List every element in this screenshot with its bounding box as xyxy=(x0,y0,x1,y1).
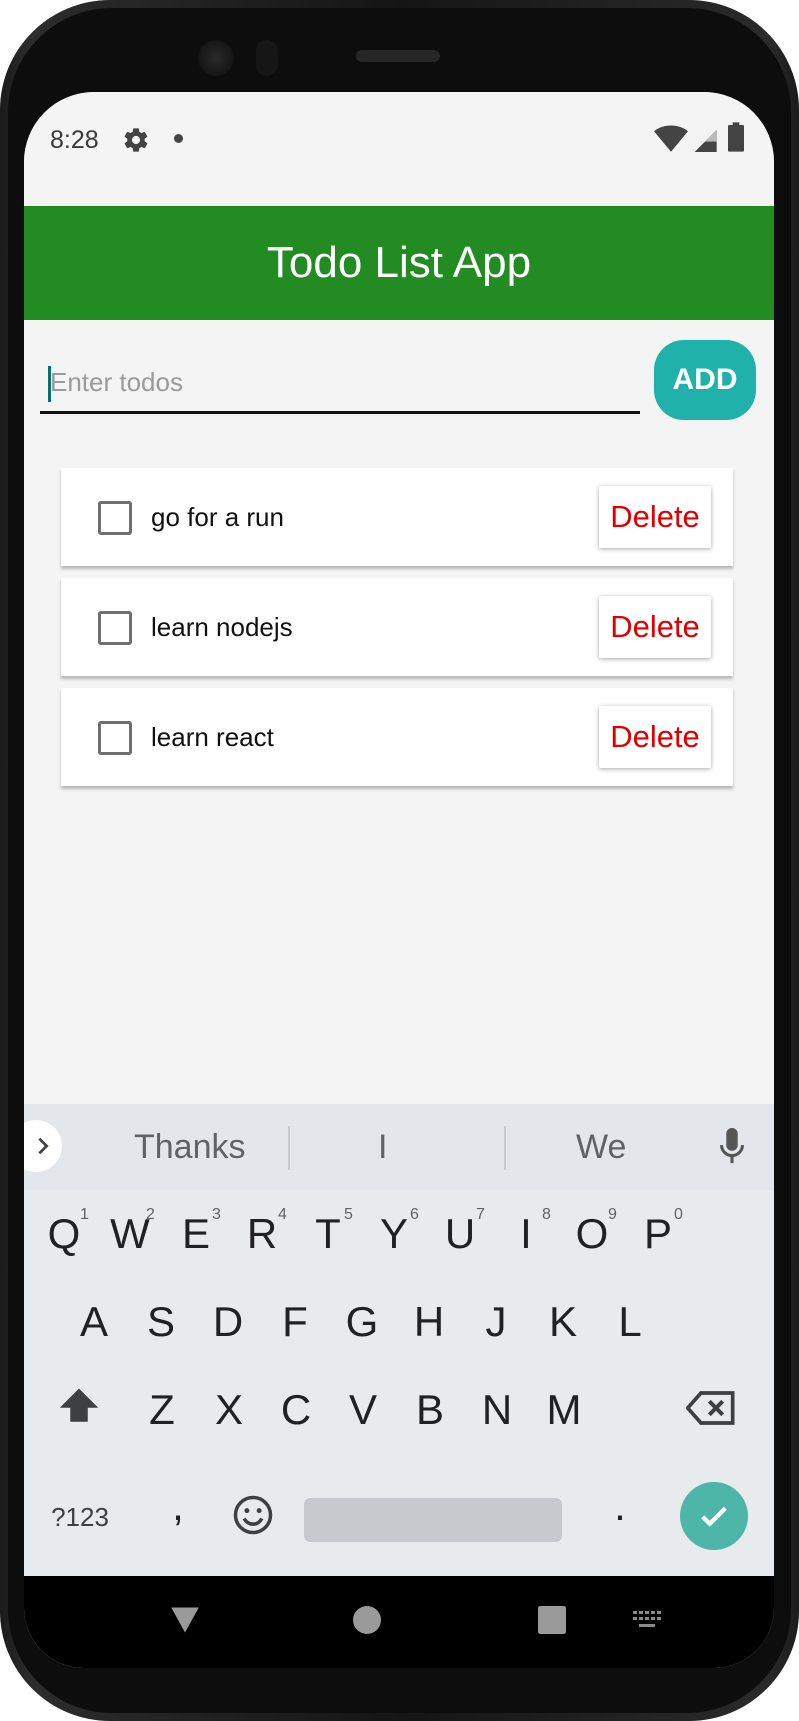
key-number-hint: 2 xyxy=(146,1206,155,1223)
suggestion-divider xyxy=(288,1126,290,1170)
back-icon[interactable] xyxy=(170,1606,200,1634)
enter-key[interactable] xyxy=(680,1482,748,1550)
backspace-icon[interactable] xyxy=(686,1390,736,1426)
suggestion-word[interactable]: I xyxy=(378,1128,387,1167)
emoji-icon[interactable] xyxy=(232,1494,274,1536)
status-bar: 8:28 xyxy=(24,92,774,206)
todo-item: learn nodejs Delete xyxy=(61,578,733,676)
signal-icon xyxy=(694,129,717,152)
wifi-icon xyxy=(654,125,688,152)
suggestion-word[interactable]: We xyxy=(576,1128,626,1167)
delete-button[interactable]: Delete xyxy=(599,706,711,768)
add-todo-row: ADD xyxy=(24,320,774,430)
key-number-hint: 3 xyxy=(212,1206,221,1223)
key-v[interactable]: V xyxy=(333,1386,393,1434)
suggestion-divider xyxy=(504,1126,506,1170)
proximity-sensor xyxy=(256,40,278,76)
key-d[interactable]: D xyxy=(198,1298,258,1346)
key-m[interactable]: M xyxy=(534,1386,594,1434)
add-button[interactable]: ADD xyxy=(654,340,756,420)
todo-text: learn nodejs xyxy=(151,612,293,642)
comma-key[interactable]: , xyxy=(148,1482,208,1530)
key-s[interactable]: S xyxy=(131,1298,191,1346)
suggestion-bar: Thanks I We xyxy=(24,1104,774,1190)
recents-icon[interactable] xyxy=(538,1606,566,1634)
home-icon[interactable] xyxy=(353,1606,381,1634)
app-header: Todo List App xyxy=(24,206,774,320)
status-time: 8:28 xyxy=(50,126,99,154)
key-number-hint: 1 xyxy=(80,1206,89,1223)
period-key[interactable]: . xyxy=(590,1482,650,1530)
phone-screen: 8:28 Todo List App ADD xyxy=(24,92,774,1668)
key-number-hint: 9 xyxy=(608,1206,617,1223)
todo-item: go for a run Delete xyxy=(61,468,733,566)
key-number-hint: 5 xyxy=(344,1206,353,1223)
key-number-hint: 0 xyxy=(674,1206,683,1223)
key-b[interactable]: B xyxy=(400,1386,460,1434)
key-z[interactable]: Z xyxy=(132,1386,192,1434)
battery-icon xyxy=(728,122,744,152)
earpiece-speaker xyxy=(356,50,440,62)
key-c[interactable]: C xyxy=(266,1386,326,1434)
shift-icon[interactable] xyxy=(58,1386,100,1426)
keyboard-switch-icon[interactable] xyxy=(632,1610,662,1630)
key-number-hint: 4 xyxy=(278,1206,287,1223)
todo-list: go for a run Delete learn nodejs Delete … xyxy=(61,468,733,798)
key-g[interactable]: G xyxy=(332,1298,392,1346)
todo-input[interactable] xyxy=(40,354,640,414)
symbols-key[interactable]: ?123 xyxy=(50,1502,110,1533)
space-bar[interactable] xyxy=(304,1498,562,1542)
soft-keyboard: Thanks I We Q1W2E3R4T5Y6U7I8O9P0 ASDFGHJ… xyxy=(24,1104,774,1576)
todo-text: learn react xyxy=(151,722,274,752)
chevron-right-icon xyxy=(38,1137,49,1155)
notification-dot-icon xyxy=(174,134,183,143)
todo-item: learn react Delete xyxy=(61,688,733,786)
key-number-hint: 7 xyxy=(476,1206,485,1223)
key-x[interactable]: X xyxy=(199,1386,259,1434)
key-k[interactable]: K xyxy=(533,1298,593,1346)
front-camera xyxy=(198,40,234,76)
todo-checkbox[interactable] xyxy=(98,611,132,645)
key-a[interactable]: A xyxy=(64,1298,124,1346)
navigation-bar xyxy=(24,1576,774,1668)
key-n[interactable]: N xyxy=(467,1386,527,1434)
checkmark-icon xyxy=(701,1506,727,1527)
key-f[interactable]: F xyxy=(265,1298,325,1346)
todo-checkbox[interactable] xyxy=(98,501,132,535)
text-cursor xyxy=(48,366,51,402)
key-l[interactable]: L xyxy=(600,1298,660,1346)
suggestion-expand-button[interactable] xyxy=(24,1120,62,1172)
todo-text: go for a run xyxy=(151,502,284,532)
microphone-icon[interactable] xyxy=(718,1128,746,1166)
key-number-hint: 8 xyxy=(542,1206,551,1223)
todo-checkbox[interactable] xyxy=(98,721,132,755)
suggestion-word[interactable]: Thanks xyxy=(134,1128,246,1167)
delete-button[interactable]: Delete xyxy=(599,486,711,548)
key-number-hint: 6 xyxy=(410,1206,419,1223)
page-title: Todo List App xyxy=(266,238,532,287)
delete-button[interactable]: Delete xyxy=(599,596,711,658)
key-j[interactable]: J xyxy=(466,1298,526,1346)
phone-frame: 8:28 Todo List App ADD xyxy=(0,0,799,1721)
key-h[interactable]: H xyxy=(399,1298,459,1346)
gear-icon xyxy=(124,128,148,152)
